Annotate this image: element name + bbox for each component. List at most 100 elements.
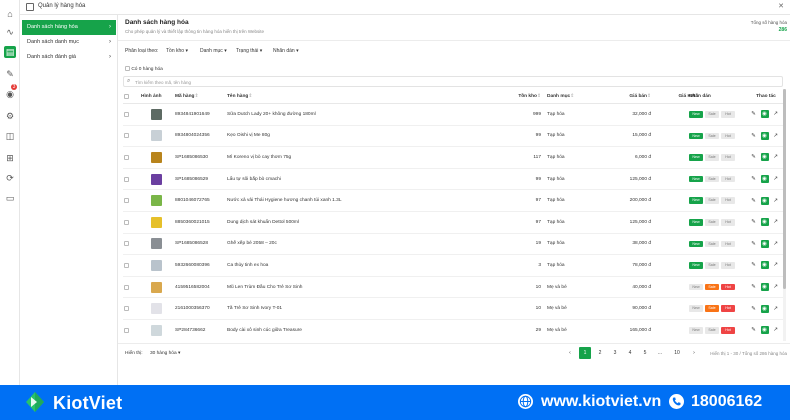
tag-hot-badge[interactable]: Hot — [721, 111, 735, 118]
tag-sale-badge[interactable]: Sale — [705, 111, 719, 118]
box-icon[interactable]: ▤ — [4, 46, 16, 58]
tag-sale-badge[interactable]: Sale — [705, 154, 719, 161]
eye-icon[interactable]: ◉ — [760, 131, 769, 140]
tag-hot-badge[interactable]: Hot — [721, 197, 735, 204]
tag-sale-badge[interactable]: Sale — [705, 283, 719, 291]
product-name[interactable]: Lẩu tự sôi bắp bò cmachi — [227, 177, 281, 182]
chat-icon[interactable]: ▭ — [4, 192, 16, 204]
tag-hot-badge[interactable]: Hot — [721, 262, 735, 269]
table-row[interactable]: 8850360021015 Dung dịch sát khuẩn Dettol … — [123, 212, 783, 234]
page-button[interactable]: 3 — [609, 347, 621, 359]
edit-icon[interactable]: ✎ — [750, 261, 758, 269]
sort-icon[interactable]: ⇕ — [248, 94, 252, 99]
eye-icon[interactable]: ◉ — [760, 239, 769, 248]
eye-icon[interactable]: ◉ — [760, 326, 769, 335]
external-link-icon[interactable]: ↗ — [772, 132, 780, 140]
product-thumbnail[interactable] — [150, 130, 162, 142]
gear-icon[interactable]: ⚙ — [4, 110, 16, 122]
eye-icon[interactable]: ◉ — [760, 283, 769, 292]
edit-icon[interactable]: ✎ — [750, 153, 758, 161]
row-checkbox[interactable] — [124, 306, 129, 312]
search-box[interactable]: ⌕ — [123, 76, 783, 87]
sync-icon[interactable]: ⟳ — [4, 172, 16, 184]
column-header[interactable]: Thao tác — [756, 94, 776, 99]
scrollbar-thumb[interactable] — [783, 89, 786, 289]
table-row[interactable]: SP1685086529 Lẩu tự sôi bắp bò cmachi 99 Tạ… — [123, 169, 783, 191]
external-link-icon[interactable]: ↗ — [772, 240, 780, 248]
row-checkbox[interactable] — [124, 111, 129, 117]
tag-sale-badge[interactable]: Sale — [705, 132, 719, 140]
header-checkbox[interactable] — [124, 93, 129, 99]
edit-icon[interactable]: ✎ — [750, 175, 758, 183]
product-thumbnail[interactable] — [150, 151, 162, 163]
tag-new-badge[interactable]: New — [689, 197, 703, 204]
cart-icon[interactable]: ⊞ — [4, 152, 16, 164]
product-thumbnail[interactable] — [150, 173, 162, 185]
row-checkbox[interactable] — [124, 262, 129, 268]
sort-icon[interactable]: ⇕ — [194, 94, 198, 99]
tag-new-badge[interactable]: New — [689, 175, 703, 183]
eye-icon[interactable]: ◉ — [760, 153, 769, 162]
chart-icon[interactable]: ∿ — [4, 26, 16, 38]
tag-new-badge[interactable]: New — [689, 154, 703, 161]
page-button[interactable]: 5 — [639, 347, 651, 359]
product-thumbnail[interactable] — [150, 108, 162, 120]
home-icon[interactable]: ⌂ — [4, 8, 16, 20]
edit-icon[interactable]: ✎ — [750, 305, 758, 313]
product-thumbnail[interactable] — [150, 324, 162, 336]
page-button[interactable]: ... — [654, 347, 666, 359]
tag-new-badge[interactable]: New — [689, 327, 703, 334]
page-button[interactable]: 10 — [671, 347, 683, 359]
row-checkbox[interactable] — [124, 241, 129, 247]
next-page-button[interactable]: › — [688, 347, 700, 359]
external-link-icon[interactable]: ↗ — [772, 218, 780, 226]
edit-icon[interactable]: ✎ — [750, 197, 758, 205]
search-input[interactable] — [135, 78, 435, 86]
scrollbar[interactable] — [783, 89, 786, 341]
close-icon[interactable]: ✕ — [778, 2, 784, 10]
filter-category[interactable]: Danh mục ▾ — [200, 48, 227, 54]
tag-new-badge[interactable]: New — [689, 305, 703, 312]
row-checkbox[interactable] — [124, 154, 129, 160]
table-row[interactable]: 4159516582004 Mũ Len Trùm Đầu Cho Trẻ Sơ … — [123, 277, 783, 299]
prev-page-button[interactable]: ‹ — [564, 347, 576, 359]
row-checkbox[interactable] — [124, 176, 129, 182]
row-checkbox[interactable] — [124, 198, 129, 204]
menu-item[interactable]: Danh sách đánh giá › — [22, 50, 116, 65]
product-name[interactable]: Mì Koreno vị bò cay thơm 75g — [227, 155, 291, 160]
table-row[interactable]: 5932660080396 Ca thủy tinh ex hoa 3 Tạp hóa… — [123, 255, 783, 277]
edit-icon[interactable]: ✎ — [750, 218, 758, 226]
sort-icon[interactable]: ⇕ — [537, 94, 541, 99]
eye-icon[interactable]: ◉ — [760, 304, 769, 313]
product-name[interactable]: Nước xả vải Thái Hygiene hương chanh túi… — [227, 198, 342, 203]
product-thumbnail[interactable] — [150, 259, 162, 271]
external-link-icon[interactable]: ↗ — [772, 175, 780, 183]
tag-sale-badge[interactable]: Sale — [705, 219, 719, 226]
edit-icon[interactable]: ✎ — [750, 283, 758, 291]
product-name[interactable]: Ca thủy tinh ex hoa — [227, 263, 268, 268]
column-header[interactable]: Hình ảnh — [141, 94, 162, 99]
filter-status[interactable]: Trạng thái ▾ — [236, 48, 262, 54]
website-link[interactable]: www.kiotviet.vn — [541, 393, 661, 411]
eye-icon[interactable]: ◉ — [760, 175, 769, 184]
tag-hot-badge[interactable]: Hot — [721, 327, 735, 334]
edit-icon[interactable]: ✎ — [750, 326, 758, 334]
external-link-icon[interactable]: ↗ — [772, 326, 780, 334]
product-name[interactable]: Kẹo Oishi vị Me 80g — [227, 133, 270, 138]
tag-sale-badge[interactable]: Sale — [705, 197, 719, 204]
table-row[interactable]: SP1685086530 Mì Koreno vị bò cay thơm 75g… — [123, 147, 783, 169]
product-name[interactable]: Ghế xếp bé 2058 – 20c — [227, 241, 277, 246]
product-name[interactable]: Mũ Len Trùm Đầu Cho Trẻ Sơ Sinh — [227, 285, 302, 290]
product-thumbnail[interactable] — [150, 303, 162, 315]
external-link-icon[interactable]: ↗ — [772, 110, 780, 118]
tag-new-badge[interactable]: New — [689, 219, 703, 226]
product-thumbnail[interactable] — [150, 281, 162, 293]
column-header[interactable]: Danh mục — [547, 94, 570, 99]
tag-hot-badge[interactable]: Hot — [721, 132, 735, 140]
external-link-icon[interactable]: ↗ — [772, 261, 780, 269]
eye-icon[interactable]: ◉ — [760, 196, 769, 205]
page-button[interactable]: 4 — [624, 347, 636, 359]
table-row[interactable]: 8801046072765 Nước xả vải Thái Hygiene hư… — [123, 190, 783, 212]
eye-icon[interactable]: ◉ — [760, 110, 769, 119]
table-row[interactable]: 8934841901649 Sữa Dutch Lady 20+ không đư… — [123, 104, 783, 126]
